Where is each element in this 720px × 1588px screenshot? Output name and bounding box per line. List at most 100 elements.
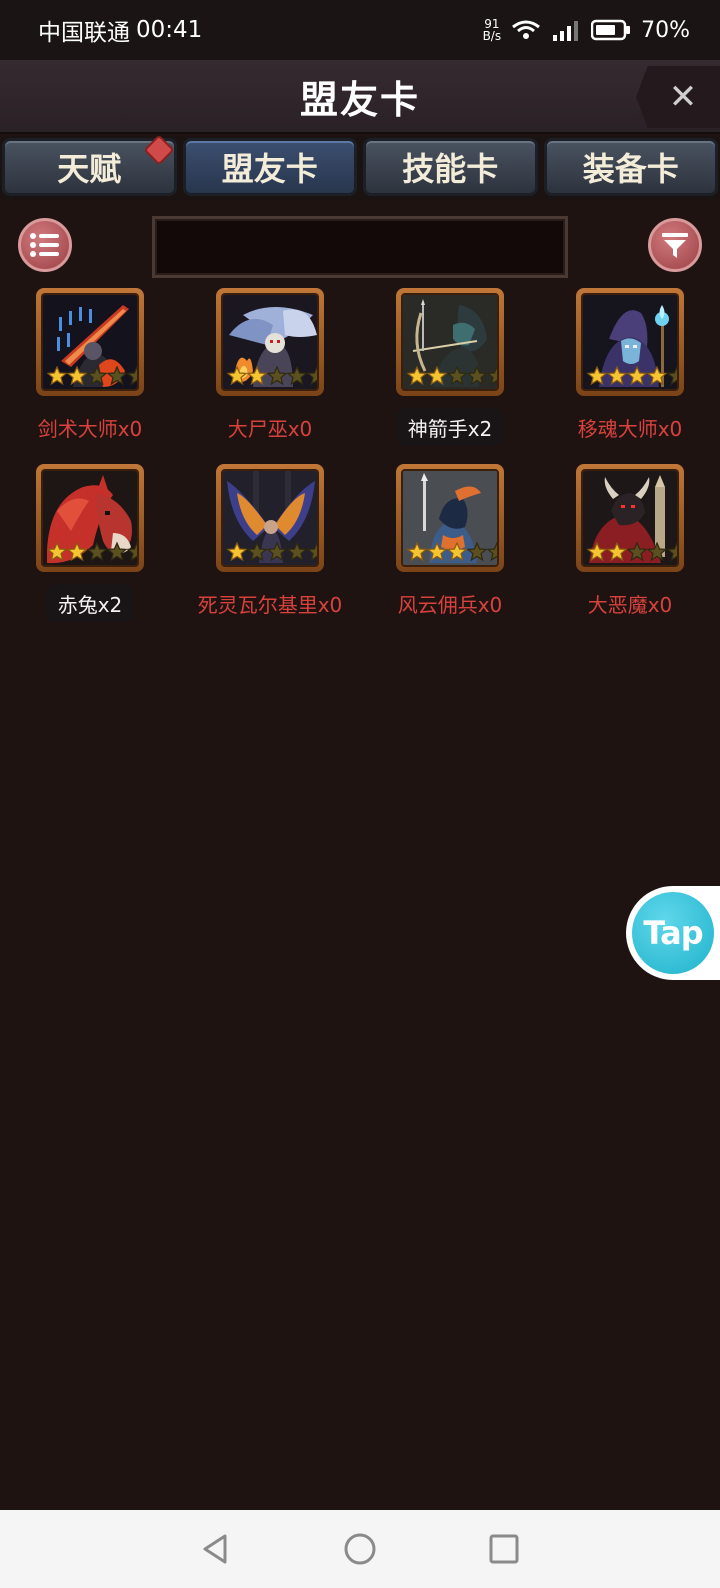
star-filled-icon	[67, 542, 87, 562]
card-portrait	[41, 293, 139, 391]
card-name: 风云佣兵x0	[397, 592, 503, 617]
star-rating	[587, 542, 677, 562]
card-portrait	[401, 469, 499, 567]
system-nav-bar	[0, 1510, 720, 1588]
star-rating	[407, 366, 497, 386]
star-rating	[407, 542, 497, 562]
star-empty-icon	[307, 366, 317, 386]
card-name: 死灵瓦尔基里x0	[197, 592, 343, 617]
tab-label: 天赋	[57, 150, 122, 188]
battery-icon	[591, 19, 631, 41]
star-rating	[227, 542, 317, 562]
star-filled-icon	[227, 542, 247, 562]
notification-badge	[142, 134, 175, 166]
card-cell[interactable]: 死灵瓦尔基里x0	[180, 464, 360, 622]
star-rating	[47, 542, 137, 562]
star-empty-icon	[107, 542, 127, 562]
tab-ally-cards[interactable]: 盟友卡	[182, 138, 357, 196]
star-filled-icon	[427, 542, 447, 562]
tab-equipment-cards[interactable]: 装备卡	[543, 138, 718, 196]
search-field[interactable]	[152, 216, 568, 278]
star-rating	[587, 366, 677, 386]
star-filled-icon	[407, 542, 427, 562]
star-empty-icon	[487, 366, 497, 386]
tap-logo-icon: Tap	[632, 892, 714, 974]
star-filled-icon	[607, 542, 627, 562]
filter-icon	[662, 233, 688, 258]
star-empty-icon	[267, 366, 287, 386]
card-grid: 剑术大师x0 大尸巫x0 神箭手x2 移魂大师x0 赤兔x2 死灵瓦尔基里x0 …	[0, 288, 720, 622]
star-empty-icon	[247, 542, 267, 562]
filter-button[interactable]	[648, 218, 702, 272]
star-filled-icon	[427, 366, 447, 386]
star-rating	[227, 366, 317, 386]
card-frame[interactable]	[216, 464, 324, 572]
close-icon: ✕	[668, 77, 698, 117]
star-empty-icon	[447, 366, 467, 386]
card-frame[interactable]	[576, 288, 684, 396]
card-portrait	[221, 293, 319, 391]
battery-percent: 70%	[641, 17, 690, 43]
card-portrait	[41, 469, 139, 567]
home-icon[interactable]	[343, 1532, 377, 1566]
tab-label: 技能卡	[402, 150, 499, 188]
star-filled-icon	[587, 366, 607, 386]
network-speed: 91 B/s	[483, 18, 502, 42]
card-frame[interactable]	[216, 288, 324, 396]
list-button[interactable]	[18, 218, 72, 272]
star-empty-icon	[87, 366, 107, 386]
star-filled-icon	[627, 366, 647, 386]
card-name: 剑术大师x0	[37, 416, 143, 441]
back-icon[interactable]	[199, 1532, 233, 1566]
card-portrait	[581, 469, 679, 567]
header-bar: 盟友卡 ✕	[0, 60, 720, 134]
tab-label: 装备卡	[582, 150, 679, 188]
app-root: 中国联通 00:41 91 B/s 70% 盟友卡 ✕ 天赋 盟友卡 技能卡 装…	[0, 0, 720, 1588]
close-button[interactable]: ✕	[636, 66, 720, 128]
star-filled-icon	[587, 542, 607, 562]
clock: 00:41	[136, 17, 203, 43]
star-filled-icon	[47, 542, 67, 562]
star-filled-icon	[227, 366, 247, 386]
card-name: 大恶魔x0	[587, 592, 673, 617]
card-frame[interactable]	[36, 464, 144, 572]
card-cell[interactable]: 神箭手x2	[360, 288, 540, 446]
card-name: 大尸巫x0	[227, 416, 313, 441]
star-filled-icon	[67, 366, 87, 386]
star-filled-icon	[607, 366, 627, 386]
card-cell[interactable]: 剑术大师x0	[0, 288, 180, 446]
star-filled-icon	[47, 366, 67, 386]
card-cell[interactable]: 移魂大师x0	[540, 288, 720, 446]
star-filled-icon	[647, 366, 667, 386]
card-name: 移魂大师x0	[577, 416, 683, 441]
tap-label: Tap	[643, 914, 703, 952]
star-empty-icon	[287, 542, 307, 562]
list-icon	[30, 233, 59, 257]
star-empty-icon	[667, 542, 677, 562]
star-empty-icon	[127, 366, 137, 386]
star-empty-icon	[487, 542, 497, 562]
recents-icon[interactable]	[487, 1532, 521, 1566]
card-cell[interactable]: 风云佣兵x0	[360, 464, 540, 622]
card-frame[interactable]	[396, 464, 504, 572]
star-empty-icon	[107, 366, 127, 386]
card-portrait	[581, 293, 679, 391]
star-empty-icon	[267, 542, 287, 562]
taptap-floating-button[interactable]: Tap	[626, 886, 720, 980]
carrier-label: 中国联通	[38, 20, 130, 46]
card-frame[interactable]	[396, 288, 504, 396]
card-name: 赤兔x2	[45, 584, 135, 622]
cell-signal-icon	[553, 21, 579, 41]
star-empty-icon	[307, 542, 317, 562]
tab-talent[interactable]: 天赋	[2, 134, 177, 196]
star-rating	[47, 366, 137, 386]
card-cell[interactable]: 大尸巫x0	[180, 288, 360, 446]
card-frame[interactable]	[576, 464, 684, 572]
tab-skill-cards[interactable]: 技能卡	[363, 138, 538, 196]
card-cell[interactable]: 大恶魔x0	[540, 464, 720, 622]
card-cell[interactable]: 赤兔x2	[0, 464, 180, 622]
star-filled-icon	[247, 366, 267, 386]
card-frame[interactable]	[36, 288, 144, 396]
card-portrait	[221, 469, 319, 567]
speed-unit: B/s	[482, 29, 502, 43]
